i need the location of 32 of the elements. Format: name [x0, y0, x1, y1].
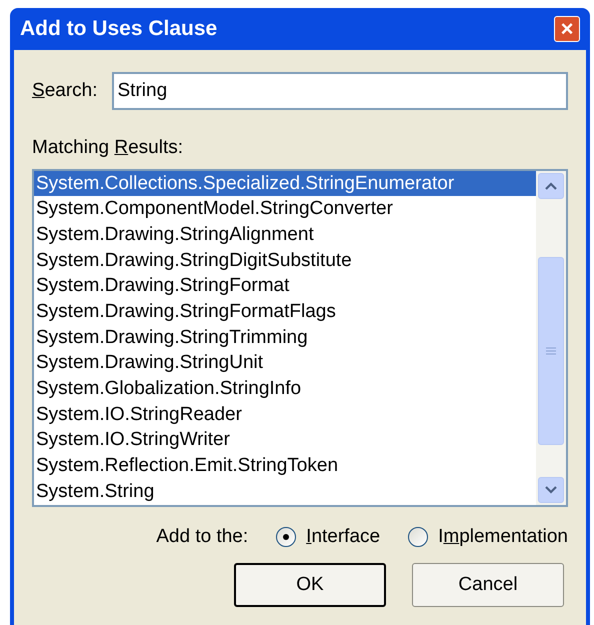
list-item[interactable]: System.Globalization.StringInfo — [34, 376, 536, 402]
radio-button[interactable] — [276, 526, 296, 547]
ok-button[interactable]: OK — [234, 563, 386, 607]
list-item[interactable]: System.Drawing.StringTrimming — [34, 324, 536, 350]
radio-label[interactable]: Implementation — [438, 522, 568, 551]
list-item[interactable]: System.Drawing.StringFormatFlags — [34, 298, 536, 325]
list-item[interactable]: System.IO.StringReader — [34, 402, 536, 428]
scroll-down-button[interactable] — [538, 476, 564, 502]
list-item[interactable]: System.String — [34, 478, 536, 504]
scroll-up-button[interactable] — [538, 172, 564, 198]
close-button[interactable]: × — [554, 16, 580, 42]
list-item[interactable]: System.Drawing.StringUnit — [34, 350, 536, 376]
search-label: Search: — [32, 78, 98, 103]
chevron-up-icon — [545, 182, 557, 190]
scrollbar[interactable] — [536, 170, 566, 504]
results-label: Matching Results: — [32, 136, 184, 160]
grip-icon — [546, 346, 556, 354]
radio-button[interactable] — [408, 526, 428, 547]
list-item[interactable]: System.Drawing.StringFormat — [34, 273, 536, 299]
list-item[interactable]: System.Collections.Specialized.StringEnumerator — [34, 170, 536, 196]
list-item[interactable]: System.Drawing.StringDigitSubstitute — [34, 248, 536, 274]
chevron-down-icon — [545, 486, 557, 494]
scrollbar-thumb[interactable] — [538, 256, 564, 444]
window-title: Add to Uses Clause — [20, 16, 218, 42]
radio-label[interactable]: Interface — [306, 522, 380, 551]
list-item[interactable]: System.Reflection.Emit.StringToken — [34, 453, 536, 479]
list-item[interactable]: System.Drawing.StringAlignment — [34, 222, 536, 248]
search-field[interactable]: String — [112, 72, 568, 110]
cancel-button[interactable]: Cancel — [412, 563, 564, 607]
add-to-label: Add to the: — [156, 524, 248, 548]
list-item[interactable]: System.IO.StringWriter — [34, 427, 536, 454]
list-item[interactable]: System.ComponentModel.StringConverter — [34, 196, 536, 222]
